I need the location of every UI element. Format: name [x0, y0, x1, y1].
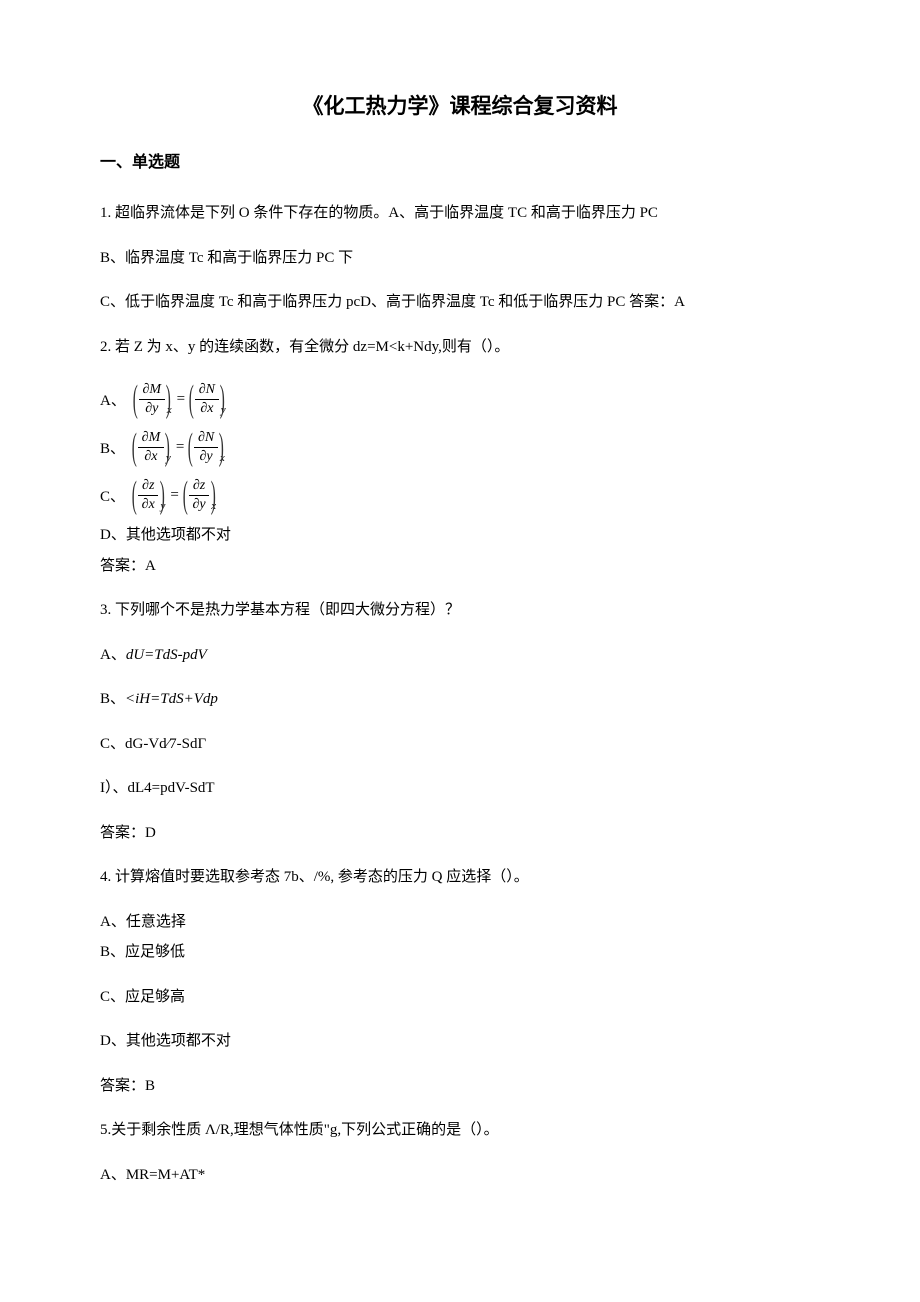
q3-optA: A、dU=TdS-pdV: [100, 644, 820, 667]
q1-stem: 1. 超临界流体是下列 O 条件下存在的物质。A、高于临界温度 TC 和高于临界…: [100, 202, 820, 225]
q2-optB-label: B、: [100, 437, 125, 458]
paren-open-icon: (: [133, 380, 138, 418]
q2-optB: B、 ( ∂M ∂x ) y = ( ∂N ∂y ) x: [100, 428, 820, 466]
q2-ans: 答案：A: [100, 555, 820, 578]
q5-stem: 5.关于剩余性质 Λ/R,理想气体性质"g,下列公式正确的是（）。: [100, 1119, 820, 1142]
q4-optC: C、应足够高: [100, 986, 820, 1009]
q2-stem: 2. 若 Z 为 x、y 的连续函数，有全微分 dz=M<k+Ndy,则有（）。: [100, 336, 820, 359]
paren-open-icon: (: [132, 428, 137, 466]
q2-optD: D、其他选项都不对: [100, 524, 820, 547]
q4-stem: 4. 计算熔值时要选取参考态 7b、/%, 参考态的压力 Q 应选择（）。: [100, 866, 820, 889]
q2-optC: C、 ( ∂z ∂x ) y = ( ∂z ∂y ) x: [100, 476, 820, 514]
q4-optD: D、其他选项都不对: [100, 1030, 820, 1053]
fraction: ∂N ∂y: [194, 430, 218, 465]
fraction: ∂N ∂x: [195, 382, 219, 417]
q3-optD: I）、dL4=pdV-SdT: [100, 777, 820, 800]
equals-icon: =: [170, 487, 178, 504]
fraction: ∂M ∂y: [139, 382, 166, 417]
q2-optA: A、 ( ∂M ∂y ) x = ( ∂N ∂x ) y: [100, 380, 820, 418]
paren-close-icon: ): [165, 428, 170, 466]
q4-optA: A、任意选择: [100, 911, 820, 934]
q5-optA: A、MR=M+AT*: [100, 1164, 820, 1187]
section-heading: 一、单选题: [100, 148, 820, 172]
q3-optB: B、<iH=TdS+Vdp: [100, 688, 820, 711]
q1-optB: B、临界温度 Tc 和高于临界压力 PC 下: [100, 247, 820, 270]
q3-ans: 答案：D: [100, 822, 820, 845]
fraction: ∂z ∂y: [188, 478, 209, 513]
equals-icon: =: [176, 439, 184, 456]
fraction: ∂M ∂x: [138, 430, 165, 465]
page-title: 《化工热力学》课程综合复习资料: [100, 90, 820, 120]
paren-open-icon: (: [189, 380, 194, 418]
paren-close-icon: ): [219, 428, 224, 466]
equals-icon: =: [177, 391, 185, 408]
paren-open-icon: (: [183, 476, 188, 514]
q3-stem: 3. 下列哪个不是热力学基本方程（即四大微分方程）？: [100, 599, 820, 622]
fraction: ∂z ∂x: [138, 478, 159, 513]
q2-optA-label: A、: [100, 389, 126, 410]
q4-ans: 答案：B: [100, 1075, 820, 1098]
paren-open-icon: (: [188, 428, 193, 466]
q1-optCD-ans: C、低于临界温度 Tc 和高于临界压力 pcD、高于临界温度 Tc 和低于临界压…: [100, 291, 820, 314]
q4-optB: B、应足够低: [100, 941, 820, 964]
paren-close-icon: ): [166, 380, 171, 418]
paren-close-icon: ): [160, 476, 165, 514]
paren-close-icon: ): [210, 476, 215, 514]
q2-optC-label: C、: [100, 485, 125, 506]
paren-close-icon: ): [220, 380, 225, 418]
q3-optC: C、dG-Vd⁄7-SdΓ: [100, 733, 820, 756]
paren-open-icon: (: [132, 476, 137, 514]
